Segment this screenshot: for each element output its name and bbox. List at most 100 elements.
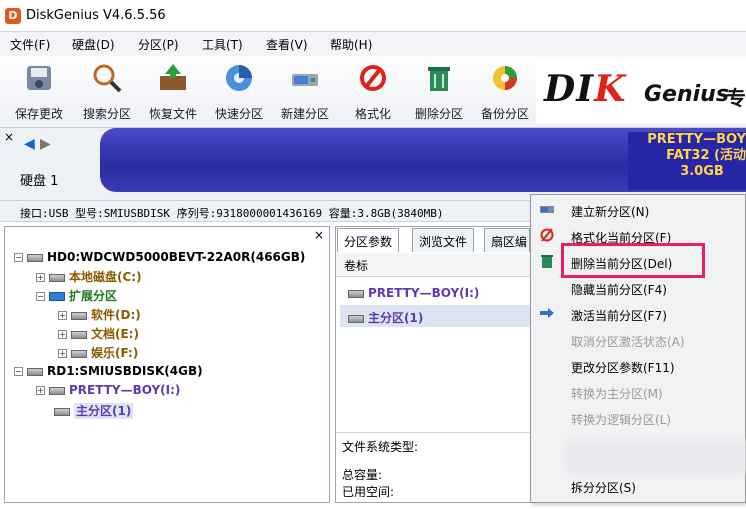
tree-item-hd0[interactable]: − HD0:WDCWD5000BEVT-22A0R(466GB) <box>14 250 305 268</box>
volume-row[interactable]: PRETTY—BOY(I:) <box>340 282 530 304</box>
tree-item-label: 娱乐(F:) <box>91 346 139 360</box>
menu-item-activate-partition[interactable]: 激活当前分区(F7) <box>531 301 746 327</box>
tree-item-local-c[interactable]: + 本地磁盘(C:) <box>36 268 142 286</box>
menu-file[interactable]: 文件(F) <box>10 36 50 53</box>
harddisk-icon <box>27 367 43 376</box>
tool-label: 删除分区 <box>414 107 463 121</box>
tree-item-label: 本地磁盘(C:) <box>69 270 142 284</box>
window-title: DiskGenius V4.6.5.56 <box>26 8 166 23</box>
quick-partition-icon <box>226 65 252 91</box>
tool-label: 保存更改 <box>14 107 63 121</box>
menu-view[interactable]: 查看(V) <box>266 36 308 53</box>
tree-item-pretty-boy[interactable]: + PRETTY—BOY(I:) <box>36 383 180 401</box>
partition-icon <box>71 349 87 358</box>
menu-bar: 文件(F) 硬盘(D) 分区(P) 工具(T) 查看(V) 帮助(H) <box>0 32 746 56</box>
format-icon <box>360 65 386 91</box>
menu-item-new-partition[interactable]: 建立新分区(N) <box>531 197 746 223</box>
expand-icon[interactable]: + <box>36 273 45 282</box>
activate-icon <box>540 308 554 318</box>
tree-item-extended[interactable]: − 扩展分区 <box>36 287 117 305</box>
tool-label: 恢复文件 <box>148 107 197 121</box>
fs-type-label: 文件系统类型: <box>342 440 419 454</box>
logo-text-sub: Genius <box>644 82 729 107</box>
partition-graphic[interactable]: PRETTY—BOY FAT32 (活动 3.0GB <box>628 132 746 190</box>
diskgenius-logo: DIK Genius 专 <box>536 60 746 124</box>
volume-label: 主分区(1) <box>368 311 424 325</box>
new-partition-icon <box>540 206 554 213</box>
nav-back-icon[interactable]: ◀ <box>24 136 35 152</box>
expand-icon[interactable]: + <box>58 311 67 320</box>
menu-item-label: 拆分分区(S) <box>571 481 636 495</box>
partition-name: PRETTY—BOY <box>647 132 746 147</box>
tab-partition-params[interactable]: 分区参数 <box>337 228 400 252</box>
disk-info-text: 接口:USB 型号:SMIUSBDISK 序列号:931800000143616… <box>20 207 444 220</box>
tool-label: 搜索分区 <box>82 107 131 121</box>
tree-item-label: HD0:WDCWD5000BEVT-22A0R(466GB) <box>47 250 306 264</box>
tree-item-label: PRETTY—BOY(I:) <box>69 383 181 397</box>
menu-item-label: 激活当前分区(F7) <box>571 309 667 323</box>
save-changes-button[interactable]: 保存更改 <box>6 60 72 124</box>
partition-icon <box>49 386 65 395</box>
menu-item-convert-logical[interactable]: 转换为逻辑分区(L) <box>531 405 746 431</box>
partition-icon <box>71 330 87 339</box>
partition-icon <box>348 289 364 298</box>
menu-item-label: 更改分区参数(F11) <box>571 361 675 375</box>
menu-item-label: 隐藏当前分区(F4) <box>571 283 667 297</box>
collapse-icon[interactable]: − <box>14 253 23 262</box>
menu-item-label: 取消分区激活状态(A) <box>571 335 685 349</box>
partition-icon <box>54 407 70 416</box>
tree-item-docs-e[interactable]: + 文档(E:) <box>58 325 139 343</box>
menu-partition[interactable]: 分区(P) <box>138 36 179 53</box>
backup-partition-button[interactable]: 备份分区 <box>472 60 538 124</box>
tab-browse-files[interactable]: 浏览文件 <box>412 228 475 252</box>
tab-sector-edit[interactable]: 扇区编 <box>484 228 530 252</box>
tree-item-label: 软件(D:) <box>91 308 141 322</box>
partition-icon <box>49 273 65 282</box>
tree-item-primary-1[interactable]: 主分区(1) <box>54 402 134 420</box>
column-header-volume[interactable]: 卷标 <box>336 253 530 277</box>
format-button[interactable]: 格式化 <box>340 60 406 124</box>
menu-item-split-partition[interactable]: 拆分分区(S) <box>531 473 746 499</box>
search-partition-button[interactable]: 搜索分区 <box>74 60 140 124</box>
new-partition-button[interactable]: 新建分区 <box>272 60 338 124</box>
partition-size: 3.0GB <box>680 164 724 179</box>
tool-label: 备份分区 <box>480 107 529 121</box>
backup-icon <box>493 66 517 90</box>
menu-item-hide-partition[interactable]: 隐藏当前分区(F4) <box>531 275 746 301</box>
tree-item-media-f[interactable]: + 娱乐(F:) <box>58 344 138 362</box>
magnifier-icon <box>93 64 122 93</box>
partition-icon <box>348 314 364 323</box>
volume-row[interactable]: 主分区(1) <box>340 305 530 327</box>
tree-close-icon[interactable]: × <box>314 228 324 242</box>
collapse-icon[interactable]: − <box>14 367 23 376</box>
tree-item-rd1[interactable]: − RD1:SMIUSBDISK(4GB) <box>14 364 203 382</box>
harddisk-icon <box>27 253 43 262</box>
menu-item-label: 转换为主分区(M) <box>571 387 663 401</box>
menu-item-convert-primary[interactable]: 转换为主分区(M) <box>531 379 746 405</box>
expand-icon[interactable]: + <box>58 330 67 339</box>
menu-item-change-params[interactable]: 更改分区参数(F11) <box>531 353 746 379</box>
close-icon[interactable]: × <box>4 130 14 144</box>
menu-disk[interactable]: 硬盘(D) <box>72 36 115 53</box>
logo-text-tail: 专 <box>726 86 746 110</box>
expand-icon[interactable]: + <box>36 386 45 395</box>
expand-icon[interactable]: + <box>58 349 67 358</box>
logo-text-main: DI <box>544 68 595 110</box>
used-space-label: 已用空间: <box>342 485 395 499</box>
menu-item-cancel-active[interactable]: 取消分区激活状态(A) <box>531 327 746 353</box>
format-icon <box>540 228 554 242</box>
recover-files-button[interactable]: 恢复文件 <box>140 60 206 124</box>
quick-partition-button[interactable]: 快速分区 <box>206 60 272 124</box>
delete-partition-button[interactable]: 删除分区 <box>406 60 472 124</box>
collapse-icon[interactable]: − <box>36 292 45 301</box>
blurred-menu-region <box>566 440 746 474</box>
menu-help[interactable]: 帮助(H) <box>330 36 372 53</box>
menu-tools[interactable]: 工具(T) <box>202 36 243 53</box>
tool-label: 新建分区 <box>280 107 329 121</box>
tree-item-label: RD1:SMIUSBDISK(4GB) <box>47 364 203 378</box>
new-partition-icon <box>292 74 318 86</box>
tree-item-software-d[interactable]: + 软件(D:) <box>58 306 141 324</box>
tool-label: 快速分区 <box>214 107 263 121</box>
nav-forward-icon[interactable]: ▶ <box>40 136 51 152</box>
menu-item-label: 转换为逻辑分区(L) <box>571 413 672 427</box>
